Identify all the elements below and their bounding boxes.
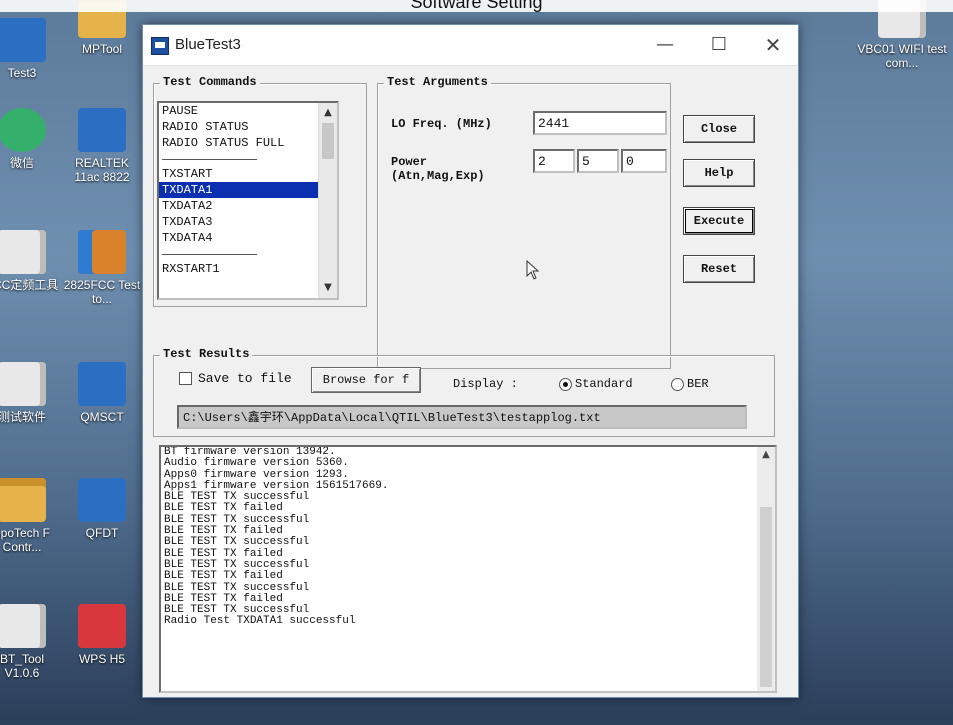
desktop-icon-realtek[interactable]: REALTEK 11ac 8822: [62, 108, 142, 184]
save-to-file-checkbox[interactable]: [179, 372, 192, 385]
file-icon: [0, 362, 46, 406]
command-item[interactable]: RXSTART1: [159, 261, 337, 277]
desktop-icon-wps[interactable]: WPS H5: [62, 604, 142, 666]
browse-button[interactable]: Browse for f: [311, 367, 421, 393]
circuit-icon: [78, 108, 126, 152]
log-line: BLE TEST TX failed: [164, 570, 283, 583]
desktop-icon-label: 2825FCC Test to...: [63, 278, 141, 306]
test-commands-label: Test Commands: [160, 75, 260, 89]
commands-scrollbar[interactable]: ▲ ▼: [318, 103, 337, 298]
scroll-thumb[interactable]: [322, 123, 334, 159]
list-separator: [162, 151, 257, 160]
file-icon: [0, 230, 46, 274]
lo-freq-label: LO Freq. (MHz): [391, 117, 492, 131]
log-line: BLE TEST TX successful: [164, 536, 310, 549]
app-icon: [78, 362, 126, 406]
desktop-icon-label: WPS H5: [78, 652, 125, 666]
desktop-icon-label: 微信: [9, 156, 34, 170]
test-results-label: Test Results: [160, 347, 253, 361]
display-label: Display :: [453, 377, 518, 391]
log-scrollbar[interactable]: ▲: [757, 447, 775, 691]
minimize-button[interactable]: —: [643, 31, 687, 59]
command-item[interactable]: TXDATA2: [159, 198, 337, 214]
ber-radio[interactable]: [671, 378, 684, 391]
window-title: BlueTest3: [175, 36, 241, 53]
desktop-icon-fcc[interactable]: FCC定频工具: [0, 230, 62, 292]
reset-button[interactable]: Reset: [683, 255, 755, 283]
desktop-icon-label: Test3: [7, 66, 37, 80]
maximize-button[interactable]: ☐: [697, 31, 741, 59]
folder-icon: [0, 478, 46, 522]
desktop-icon-label: MPTool: [81, 42, 122, 56]
bluetest3-window: BlueTest3 — ☐ ✕ Test Commands PAUSE RADI…: [142, 24, 799, 698]
wps-icon: [78, 604, 126, 648]
wechat-icon: [0, 108, 46, 152]
archive-icon: [78, 230, 126, 274]
close-button[interactable]: Close: [683, 115, 755, 143]
desktop-icon-2825fcc[interactable]: 2825FCC Test to...: [62, 230, 142, 306]
desktop-icon-label: QMSCT: [80, 410, 124, 424]
power-label: Power: [391, 155, 428, 169]
app-icon: [0, 18, 46, 62]
scroll-up-icon[interactable]: ▲: [319, 105, 337, 121]
desktop-icon-label: 测试软件: [0, 410, 46, 424]
log-lines: BT firmware version 13942. Audio firmware…: [161, 447, 775, 628]
log-line: Audio firmware version 5360.: [164, 457, 349, 470]
desktop-icon-bt-tool[interactable]: BT_Tool V1.0.6: [0, 604, 62, 680]
log-line: Radio Test TXDATA1 successful: [164, 615, 356, 628]
standard-radio[interactable]: [559, 378, 572, 391]
desktop-icon-label: REALTEK 11ac 8822: [74, 156, 130, 184]
power-sublabel: (Atn,Mag,Exp): [391, 169, 485, 183]
lo-freq-input[interactable]: 2441: [533, 111, 667, 135]
title-bar[interactable]: BlueTest3 — ☐ ✕: [143, 25, 798, 66]
desktop-icon-qmsct[interactable]: QMSCT: [62, 362, 142, 424]
close-window-button[interactable]: ✕: [751, 31, 795, 59]
desktop-icon-wechat[interactable]: 微信: [0, 108, 62, 170]
desktop-icon-label: FCC定频工具: [0, 278, 59, 292]
app-window-icon: [151, 37, 169, 55]
scroll-thumb[interactable]: [760, 507, 772, 687]
power-atn-input[interactable]: 2: [533, 149, 575, 173]
save-to-file-label: Save to file: [198, 371, 292, 386]
execute-button[interactable]: Execute: [683, 207, 755, 235]
command-item[interactable]: TXDATA3: [159, 214, 337, 230]
power-exp-input[interactable]: 0: [621, 149, 667, 173]
list-separator: [162, 246, 257, 255]
test-arguments-label: Test Arguments: [384, 75, 491, 89]
mouse-cursor-icon: [526, 260, 540, 280]
desktop-icon-label: BT_Tool V1.0.6: [0, 652, 45, 680]
scroll-up-icon[interactable]: ▲: [757, 449, 775, 460]
standard-radio-label: Standard: [575, 377, 633, 391]
command-item[interactable]: TXDATA4: [159, 230, 337, 246]
desktop-icon-label: opoTech F Contr...: [0, 526, 51, 554]
desktop-icon-label: VBC01 WIFI test com...: [857, 42, 947, 70]
photo-title: Software Setting: [0, 0, 953, 12]
command-item[interactable]: TXSTART: [159, 166, 337, 182]
desktop-icon-test-software[interactable]: 测试软件: [0, 362, 62, 424]
desktop-icon-qfdt[interactable]: QFDT: [62, 478, 142, 540]
file-icon: [0, 604, 46, 648]
command-item[interactable]: RADIO STATUS FULL: [159, 135, 337, 151]
test-commands-list[interactable]: PAUSE RADIO STATUS RADIO STATUS FULL TXS…: [157, 101, 339, 300]
help-button[interactable]: Help: [683, 159, 755, 187]
log-path-field[interactable]: C:\Users\鑫宇环\AppData\Local\QTIL\BlueTest…: [177, 405, 747, 429]
command-item[interactable]: RADIO STATUS: [159, 119, 337, 135]
power-mag-input[interactable]: 5: [577, 149, 619, 173]
desktop-icon-test3[interactable]: Test3: [0, 18, 62, 80]
ber-radio-label: BER: [687, 377, 709, 391]
command-item[interactable]: PAUSE: [159, 103, 337, 119]
desktop-icon-label: QFDT: [85, 526, 119, 540]
desktop-icon-opotech[interactable]: opoTech F Contr...: [0, 478, 62, 554]
log-output[interactable]: BT firmware version 13942. Audio firmware…: [159, 445, 777, 693]
scroll-down-icon[interactable]: ▼: [319, 280, 337, 296]
app-icon: [78, 478, 126, 522]
command-item-selected[interactable]: TXDATA1: [159, 182, 337, 198]
